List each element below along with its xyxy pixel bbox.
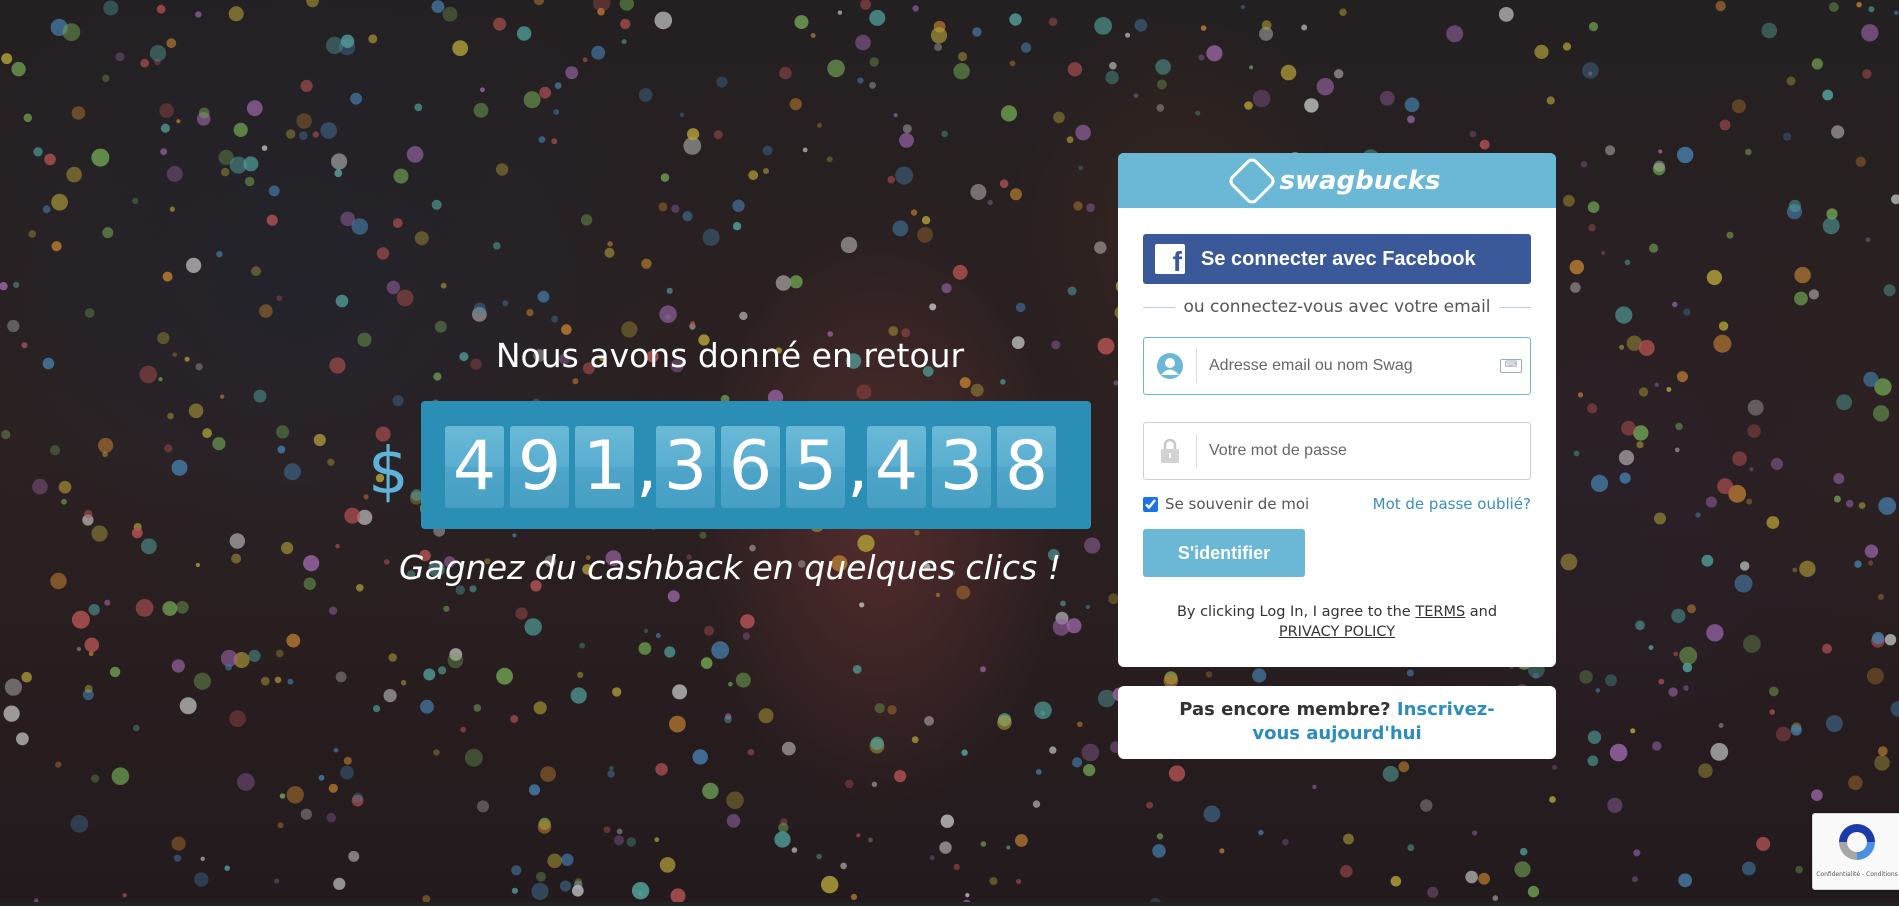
terms-and: and — [1469, 604, 1498, 620]
counter-separator: , — [636, 427, 658, 506]
divider-line — [1143, 306, 1176, 308]
recaptcha-text: Confidentialité - Conditions — [1816, 871, 1898, 878]
login-button[interactable]: S'identifier — [1143, 529, 1305, 577]
bottom-edge — [0, 902, 1899, 906]
currency-symbol: $ — [368, 435, 409, 509]
recaptcha-badge[interactable]: Confidentialité - Conditions — [1812, 813, 1899, 890]
email-field: ⌨ — [1143, 337, 1531, 395]
forgot-password-link[interactable]: Mot de passe oublié? — [1373, 495, 1531, 513]
signup-box: Pas encore membre? Inscrivez-vous aujour… — [1118, 686, 1556, 759]
counter-digit: 4 — [867, 426, 926, 508]
counter-separator: , — [847, 427, 869, 506]
counter-digit: 3 — [656, 426, 715, 508]
tagline: Gagnez du cashback en quelques clics ! — [399, 548, 1061, 587]
counter-digits: 491,365,438 — [445, 426, 1062, 508]
terms-link[interactable]: TERMS — [1415, 604, 1465, 620]
facebook-login-label: Se connecter avec Facebook — [1201, 247, 1476, 270]
swagbucks-logo-icon — [1226, 155, 1277, 206]
recaptcha-icon — [1839, 824, 1875, 860]
lock-icon — [1144, 434, 1197, 468]
counter-digit: 5 — [786, 426, 845, 508]
divider-text: ou connectez-vous avec votre email — [1183, 297, 1491, 317]
email-input[interactable] — [1207, 356, 1500, 376]
divider-line — [1498, 306, 1531, 308]
card-header: swagbucks — [1118, 153, 1556, 208]
terms-prefix: By clicking Log In, I agree to the — [1176, 604, 1411, 620]
counter-digit: 6 — [721, 426, 780, 508]
remember-me-label: Se souvenir de moi — [1165, 495, 1310, 513]
brand-name: swagbucks — [1279, 165, 1441, 196]
signup-prompt: Pas encore membre? — [1179, 699, 1391, 720]
remember-me-checkbox[interactable] — [1143, 496, 1158, 512]
keyboard-icon[interactable]: ⌨ — [1500, 359, 1522, 373]
swagbucks-logo: swagbucks — [1226, 155, 1441, 206]
facebook-login-button[interactable]: f Se connecter avec Facebook — [1143, 234, 1531, 284]
password-field — [1143, 422, 1531, 480]
facebook-icon: f — [1155, 244, 1185, 274]
login-card: swagbucks f Se connecter avec Facebook o… — [1118, 153, 1556, 667]
login-divider: ou connectez-vous avec votre email — [1143, 295, 1531, 319]
terms-notice: By clicking Log In, I agree to the TERMS… — [1148, 602, 1526, 642]
cashback-counter: 491,365,438 — [421, 401, 1091, 529]
privacy-policy-link[interactable]: PRIVACY POLICY — [1279, 624, 1395, 640]
remember-me[interactable]: Se souvenir de moi — [1143, 495, 1309, 513]
counter-digit: 1 — [575, 426, 634, 508]
counter-digit: 4 — [445, 426, 504, 508]
counter-digit: 3 — [932, 426, 991, 508]
password-input[interactable] — [1207, 441, 1530, 461]
counter-digit: 9 — [510, 426, 569, 508]
user-icon — [1144, 349, 1197, 383]
counter-title: Nous avons donné en retour — [495, 336, 965, 375]
counter-digit: 8 — [997, 426, 1056, 508]
